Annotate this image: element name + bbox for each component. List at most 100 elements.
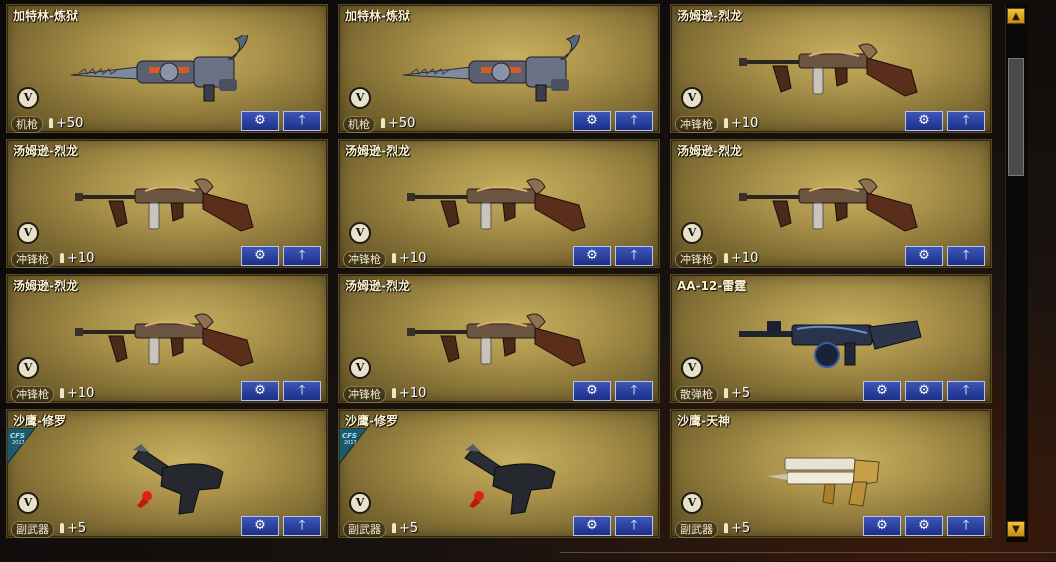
weapon-card[interactable]: 加特林-炼狱 V 机枪 +50 🡑 ⚙ [6, 4, 328, 133]
weapon-category: 副武器 [675, 521, 718, 538]
svg-text:2017: 2017 [344, 440, 357, 446]
wrench-gear-icon: ⚙ [254, 248, 266, 263]
customize-button[interactable]: ⚙ [573, 381, 611, 401]
bullet-icon [724, 253, 728, 263]
settings-button[interactable]: ⚙ [905, 516, 943, 536]
customize-button[interactable]: ⚙ [241, 381, 279, 401]
ammo-bonus-value: +10 [399, 251, 427, 266]
customize-button[interactable]: ⚙ [573, 111, 611, 131]
vip-badge-icon: V [681, 87, 703, 109]
upgrade-button[interactable]: 🡑 [283, 516, 321, 536]
upgrade-button[interactable]: 🡑 [615, 516, 653, 536]
upgrade-button[interactable]: 🡑 [947, 381, 985, 401]
wrench-gear-icon: ⚙ [254, 113, 266, 128]
weapon-category: 副武器 [343, 521, 386, 538]
weapon-card[interactable]: AA-12-雷霆 V 散弹枪 +5 🡑 ⚙ ⚙ [670, 274, 992, 403]
bullet-icon [60, 253, 64, 263]
upgrade-button[interactable]: 🡑 [615, 381, 653, 401]
weapon-title: 汤姆逊-烈龙 [13, 144, 78, 158]
arrow-up-icon: 🡑 [962, 248, 970, 263]
weapon-title: 汤姆逊-烈龙 [345, 144, 410, 158]
weapon-card[interactable]: 沙鹰-修罗 CFS 2017 V 副武器 +5 🡑 ⚙ [338, 409, 660, 538]
cfs-event-ribbon: CFS 2017 [338, 427, 369, 468]
arrow-up-icon: 🡑 [962, 383, 970, 398]
bullet-icon [724, 388, 728, 398]
deagle-image [123, 438, 233, 524]
weapon-card[interactable]: 汤姆逊-烈龙 V 冲锋枪 +10 🡑 ⚙ [6, 139, 328, 268]
thompson-image [739, 173, 929, 247]
weapon-title: 汤姆逊-烈龙 [345, 279, 410, 293]
svg-text:CFS: CFS [10, 432, 25, 440]
gear-icon: ⚙ [918, 518, 930, 533]
ammo-bonus: +5 [724, 386, 750, 401]
weapon-card[interactable]: 汤姆逊-烈龙 V 冲锋枪 +10 🡑 ⚙ [670, 4, 992, 133]
upgrade-button[interactable]: 🡑 [615, 246, 653, 266]
customize-button[interactable]: ⚙ [863, 516, 901, 536]
wrench-gear-icon: ⚙ [918, 113, 930, 128]
ammo-bonus: +10 [392, 251, 426, 266]
bullet-icon [60, 523, 64, 533]
thompson-image [75, 308, 265, 382]
weapon-card[interactable]: 沙鹰-修罗 CFS 2017 V 副武器 +5 🡑 ⚙ [6, 409, 328, 538]
ammo-bonus-value: +5 [731, 521, 751, 536]
upgrade-button[interactable]: 🡑 [615, 111, 653, 131]
weapon-card[interactable]: 汤姆逊-烈龙 V 冲锋枪 +10 🡑 ⚙ [338, 139, 660, 268]
arrow-up-icon: 🡑 [630, 248, 638, 263]
weapon-title: 加特林-炼狱 [13, 9, 78, 23]
bullet-icon [392, 253, 396, 263]
arrow-up-icon: 🡑 [630, 113, 638, 128]
ammo-bonus: +10 [724, 251, 758, 266]
ammo-bonus-value: +10 [67, 386, 95, 401]
weapon-title: 沙鹰-修罗 [345, 414, 398, 428]
weapon-category: 冲锋枪 [11, 251, 54, 268]
weapon-category: 冲锋枪 [675, 116, 718, 133]
ammo-bonus-value: +10 [731, 116, 759, 131]
upgrade-button[interactable]: 🡑 [283, 381, 321, 401]
weapon-category: 散弹枪 [675, 386, 718, 403]
vip-badge-icon: V [17, 87, 39, 109]
upgrade-button[interactable]: 🡑 [947, 246, 985, 266]
ammo-bonus-value: +10 [67, 251, 95, 266]
upgrade-button[interactable]: 🡑 [283, 111, 321, 131]
arrow-up-icon: 🡑 [962, 518, 970, 533]
weapon-title: 汤姆逊-烈龙 [677, 144, 742, 158]
weapon-card[interactable]: 汤姆逊-烈龙 V 冲锋枪 +10 🡑 ⚙ [338, 274, 660, 403]
ammo-bonus: +10 [60, 251, 94, 266]
arrow-up-icon: 🡑 [630, 518, 638, 533]
weapon-card[interactable]: 汤姆逊-烈龙 V 冲锋枪 +10 🡑 ⚙ [670, 139, 992, 268]
scrollbar-thumb[interactable] [1008, 58, 1024, 176]
weapon-title: 沙鹰-天神 [677, 414, 730, 428]
settings-button[interactable]: ⚙ [905, 381, 943, 401]
customize-button[interactable]: ⚙ [905, 111, 943, 131]
weapon-card[interactable]: 加特林-炼狱 V 机枪 +50 🡑 ⚙ [338, 4, 660, 133]
weapon-category: 副武器 [11, 521, 54, 538]
svg-text:2017: 2017 [12, 440, 25, 446]
customize-button[interactable]: ⚙ [241, 516, 279, 536]
deagle-gold-image [765, 452, 895, 516]
weapon-card[interactable]: 汤姆逊-烈龙 V 冲锋枪 +10 🡑 ⚙ [6, 274, 328, 403]
upgrade-button[interactable]: 🡑 [947, 516, 985, 536]
customize-button[interactable]: ⚙ [905, 246, 943, 266]
customize-button[interactable]: ⚙ [863, 381, 901, 401]
ammo-bonus: +10 [392, 386, 426, 401]
ammo-bonus: +5 [392, 521, 418, 536]
wrench-gear-icon: ⚙ [876, 518, 888, 533]
scroll-down-button[interactable]: ▼ [1007, 521, 1025, 537]
vip-badge-icon: V [17, 222, 39, 244]
ammo-bonus: +10 [60, 386, 94, 401]
upgrade-button[interactable]: 🡑 [283, 246, 321, 266]
arrow-up-icon: 🡑 [298, 113, 306, 128]
weapon-card[interactable]: 沙鹰-天神 V 副武器 +5 🡑 ⚙ ⚙ [670, 409, 992, 538]
vip-badge-icon: V [17, 492, 39, 514]
customize-button[interactable]: ⚙ [241, 111, 279, 131]
bullet-icon [49, 118, 53, 128]
arrow-up-icon: 🡑 [630, 383, 638, 398]
scroll-up-button[interactable]: ▲ [1007, 8, 1025, 24]
customize-button[interactable]: ⚙ [241, 246, 279, 266]
bullet-icon [60, 388, 64, 398]
customize-button[interactable]: ⚙ [573, 516, 611, 536]
upgrade-button[interactable]: 🡑 [947, 111, 985, 131]
bullet-icon [392, 523, 396, 533]
customize-button[interactable]: ⚙ [573, 246, 611, 266]
ammo-bonus-value: +10 [731, 251, 759, 266]
